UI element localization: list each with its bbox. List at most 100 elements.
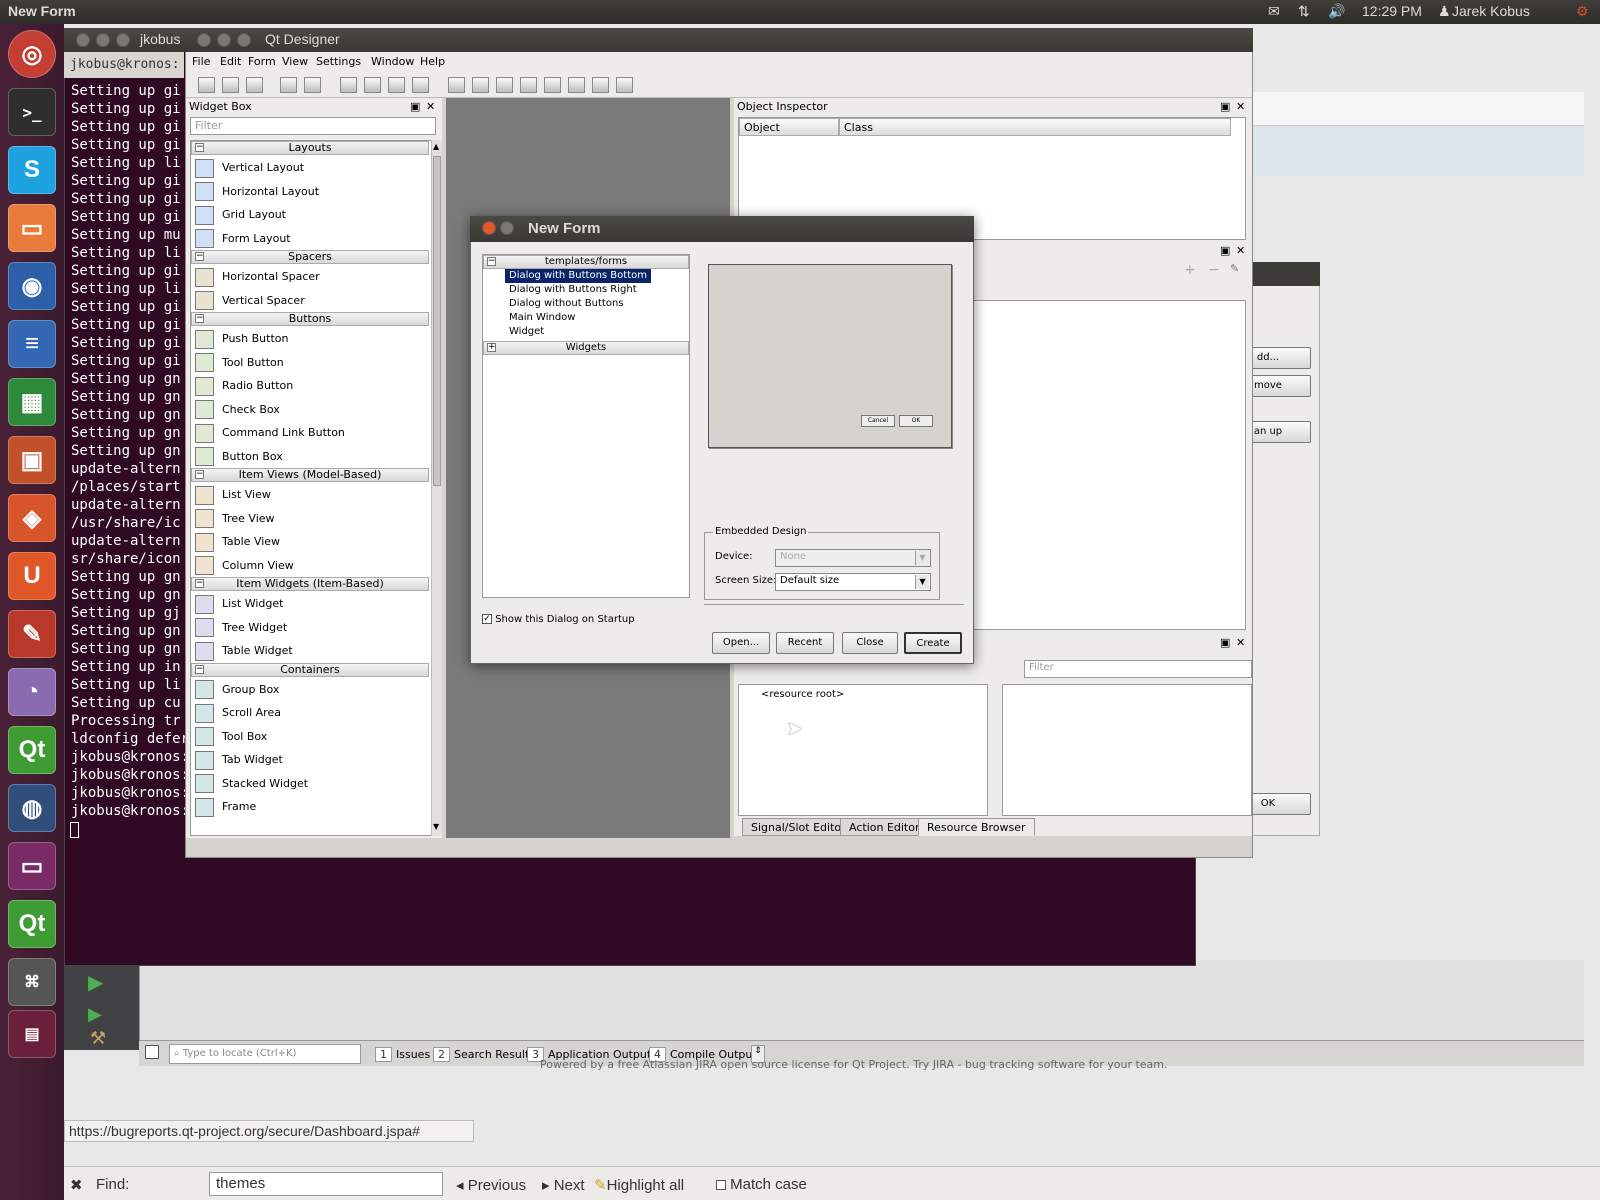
close-find-icon[interactable]: ✖ [70, 1176, 83, 1194]
close-icon[interactable]: ✕ [1236, 244, 1245, 257]
layout-splitter-v-icon[interactable] [520, 77, 537, 93]
close-icon[interactable]: ✕ [1236, 100, 1245, 113]
terminal-icon[interactable]: >_ [8, 88, 56, 136]
mail-icon[interactable]: ✉ [1268, 3, 1280, 20]
open-button[interactable]: Open... [712, 632, 770, 654]
next-button[interactable]: ▸ Next [542, 1176, 585, 1194]
ubuntu-one-icon[interactable]: U [8, 552, 56, 600]
widget-item-table-widget[interactable]: Table Widget [195, 640, 293, 662]
firefox-icon[interactable]: ◉ [8, 262, 56, 310]
menu-form[interactable]: Form [248, 55, 276, 68]
widget-item-tab-widget[interactable]: Tab Widget [195, 749, 283, 771]
widget-item-button-box[interactable]: Button Box [195, 446, 283, 468]
network-icon[interactable]: ⇅ [1298, 3, 1310, 20]
widget-category-buttons[interactable]: − Buttons [191, 312, 429, 326]
previous-button[interactable]: ◂ Previous [456, 1176, 526, 1194]
close-icon[interactable] [76, 33, 90, 47]
edit-signals-icon[interactable] [364, 77, 381, 93]
build-icon[interactable]: ⚒ [90, 1028, 106, 1049]
pidgin-icon[interactable]: ◔ [8, 668, 56, 716]
device-combo[interactable]: None ▼ [775, 549, 931, 567]
impress-icon[interactable]: ▣ [8, 436, 56, 484]
disk-icon[interactable]: ◍ [8, 784, 56, 832]
clock[interactable]: 12:29 PM [1362, 3, 1422, 19]
maximize-icon[interactable] [500, 221, 514, 235]
scroll-down-icon[interactable]: ▼ [433, 822, 441, 832]
template-widget[interactable]: Widget [505, 325, 548, 339]
float-icon[interactable]: ▣ [410, 100, 420, 113]
software-center-icon[interactable]: ◈ [8, 494, 56, 542]
configure-icon[interactable]: ✎ [1230, 262, 1239, 275]
edit-buddies-icon[interactable] [388, 77, 405, 93]
sidebar-toggle-icon[interactable] [145, 1045, 159, 1059]
widget-item-list-widget[interactable]: List Widget [195, 593, 283, 615]
tab-action-editor[interactable]: Action Editor [840, 818, 929, 836]
edit-widgets-icon[interactable] [340, 77, 357, 93]
writer-icon[interactable]: ≡ [8, 320, 56, 368]
resource-root-item[interactable]: <resource root> [761, 689, 844, 700]
widget-item-list-view[interactable]: List View [195, 484, 271, 506]
menu-file[interactable]: File [192, 55, 210, 68]
widget-item-table-view[interactable]: Table View [195, 531, 280, 553]
save-icon[interactable] [246, 77, 263, 93]
qt-designer-icon[interactable]: Qt [8, 900, 56, 948]
widget-category-spacers[interactable]: − Spacers [191, 250, 429, 264]
power-icon[interactable]: ⚙ [1576, 3, 1589, 20]
layout-horizontal-icon[interactable] [448, 77, 465, 93]
widget-item-form-layout[interactable]: Form Layout [195, 228, 291, 250]
float-icon[interactable]: ▣ [1220, 100, 1230, 113]
layout-form-icon[interactable] [568, 77, 585, 93]
widget-item-column-view[interactable]: Column View [195, 555, 294, 577]
menu-view[interactable]: View [282, 55, 308, 68]
maximize-icon[interactable] [116, 33, 130, 47]
collapse-icon[interactable]: − [195, 579, 204, 588]
template-dialog-buttons-bottom[interactable]: Dialog with Buttons Bottom [505, 269, 651, 283]
locate-input[interactable]: ⌕ Type to locate (Ctrl+K) [169, 1044, 361, 1064]
terminal-tab[interactable]: jkobus@kronos: [64, 52, 184, 78]
break-layout-icon[interactable] [592, 77, 609, 93]
widget-item-grid-layout[interactable]: Grid Layout [195, 204, 286, 226]
highlight-all-button[interactable]: ✎Highlight all [594, 1176, 684, 1194]
widget-item-tool-button[interactable]: Tool Button [195, 352, 284, 374]
workspace-icon[interactable]: ▤ [8, 1010, 56, 1058]
calc-icon[interactable]: ▦ [8, 378, 56, 426]
col-object[interactable]: Object [739, 118, 839, 136]
skype-icon[interactable]: S [8, 146, 56, 194]
widget-item-radio-button[interactable]: Radio Button [195, 375, 293, 397]
minimize-icon[interactable] [217, 33, 231, 47]
find-input[interactable]: themes [209, 1172, 443, 1196]
widget-item-group-box[interactable]: Group Box [195, 679, 279, 701]
widget-item-push-button[interactable]: Push Button [195, 328, 288, 350]
widget-item-tool-box[interactable]: Tool Box [195, 726, 267, 748]
layout-splitter-h-icon[interactable] [496, 77, 513, 93]
add-property-icon[interactable]: + [1184, 262, 1196, 278]
widget-category-layouts[interactable]: − Layouts [191, 141, 429, 155]
menu-edit[interactable]: Edit [220, 55, 241, 68]
collapse-icon[interactable]: − [195, 143, 204, 152]
scroll-thumb[interactable] [433, 156, 441, 486]
widget-item-tree-widget[interactable]: Tree Widget [195, 617, 287, 639]
widgets-category[interactable]: + Widgets [483, 341, 689, 355]
collapse-icon[interactable]: − [195, 314, 204, 323]
match-case-checkbox[interactable]: Match case [716, 1176, 807, 1193]
widget-item-vertical-spacer[interactable]: Vertical Spacer [195, 290, 305, 312]
paste-icon[interactable] [304, 77, 321, 93]
close-button[interactable]: Close [842, 632, 898, 654]
dash-home-icon[interactable]: ◎ [8, 30, 56, 78]
open-icon[interactable] [222, 77, 239, 93]
widget-item-frame[interactable]: Frame [195, 796, 256, 818]
output-tab-search-results[interactable]: 2 Search Results [433, 1045, 535, 1063]
widget-filter-input[interactable]: Filter [190, 117, 436, 135]
layout-grid-icon[interactable] [544, 77, 561, 93]
widget-category-item-widgets-item-based-[interactable]: − Item Widgets (Item-Based) [191, 577, 429, 591]
recent-button[interactable]: Recent [776, 632, 834, 654]
float-icon[interactable]: ▣ [1220, 636, 1230, 649]
output-tab-issues[interactable]: 1 Issues [375, 1045, 430, 1063]
float-icon[interactable]: ▣ [1220, 244, 1230, 257]
widget-item-stacked-widget[interactable]: Stacked Widget [195, 773, 308, 795]
layout-vertical-icon[interactable] [472, 77, 489, 93]
close-icon[interactable] [482, 221, 496, 235]
widget-category-containers[interactable]: − Containers [191, 662, 429, 677]
col-class[interactable]: Class [839, 118, 1231, 136]
screen-size-combo[interactable]: Default size ▼ [775, 573, 931, 591]
